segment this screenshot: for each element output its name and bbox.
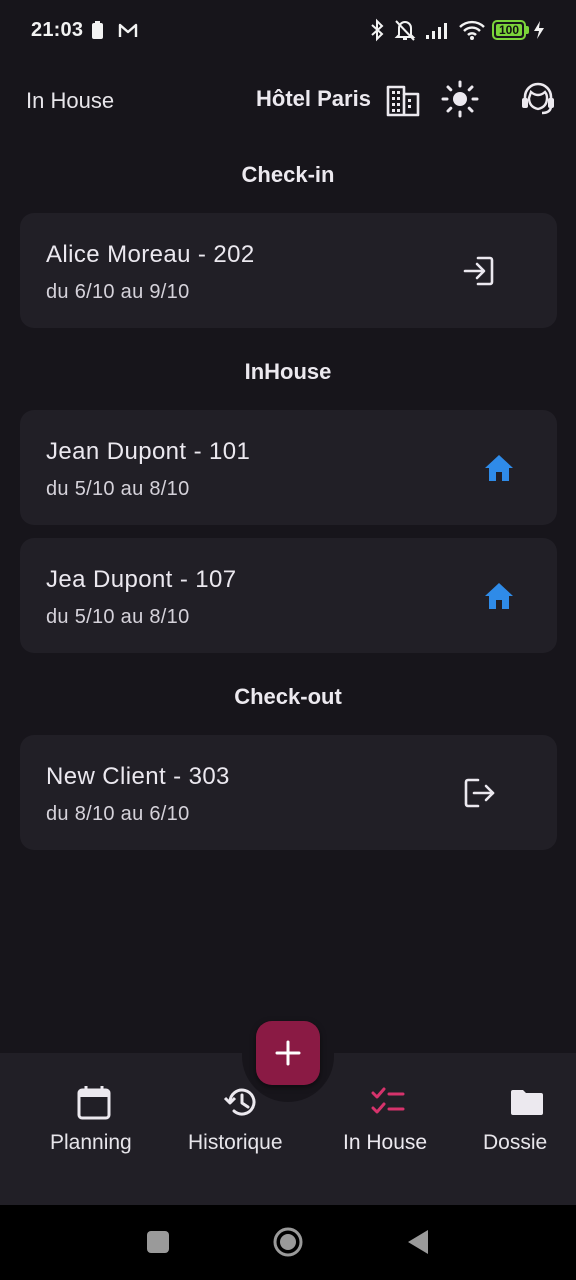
stay-dates: du 6/10 au 9/10 bbox=[46, 281, 190, 303]
nav-item-dossier[interactable]: Dossie bbox=[478, 1053, 576, 1205]
battery-level: 100 bbox=[496, 23, 522, 37]
charging-icon bbox=[534, 21, 544, 39]
reservation-card[interactable]: New Client - 303 du 8/10 au 6/10 bbox=[20, 735, 557, 850]
bluetooth-icon bbox=[371, 18, 384, 42]
section-title-checkout: Check-out bbox=[234, 684, 342, 709]
gmail-icon bbox=[118, 23, 138, 37]
recents-icon[interactable] bbox=[147, 1231, 169, 1253]
bell-off-icon bbox=[394, 20, 416, 41]
hotel-name[interactable]: Hôtel Paris bbox=[256, 86, 371, 112]
guest-name: New Client - 303 bbox=[46, 763, 230, 790]
plus-icon bbox=[275, 1040, 301, 1066]
folder-icon bbox=[511, 1090, 543, 1115]
calendar-icon bbox=[77, 1086, 111, 1120]
battery-saver-icon bbox=[92, 21, 103, 39]
add-button[interactable] bbox=[256, 1021, 320, 1085]
support-icon[interactable] bbox=[519, 80, 557, 118]
nav-item-planning[interactable]: Planning bbox=[40, 1053, 150, 1205]
status-bar: 21:03 100 bbox=[0, 0, 576, 62]
home-circle-icon[interactable] bbox=[272, 1226, 304, 1258]
reservation-card[interactable]: Jea Dupont - 107 du 5/10 au 8/10 bbox=[20, 538, 557, 653]
section-title-inhouse: InHouse bbox=[244, 359, 332, 384]
logout-icon[interactable] bbox=[461, 775, 497, 811]
stay-dates: du 8/10 au 6/10 bbox=[46, 803, 190, 825]
nav-item-in-house[interactable]: In House bbox=[335, 1053, 445, 1205]
home-icon[interactable] bbox=[481, 450, 517, 486]
reservation-card[interactable]: Jean Dupont - 101 du 5/10 au 8/10 bbox=[20, 410, 557, 525]
sun-icon[interactable] bbox=[441, 80, 479, 118]
battery-icon: 100 bbox=[492, 20, 530, 40]
stay-dates: du 5/10 au 8/10 bbox=[46, 478, 190, 500]
signal-icon bbox=[426, 23, 447, 39]
guest-name: Jea Dupont - 107 bbox=[46, 566, 237, 593]
status-time: 21:03 bbox=[31, 19, 84, 41]
back-icon[interactable] bbox=[406, 1228, 430, 1256]
nav-label: Dossie bbox=[483, 1131, 548, 1154]
stay-dates: du 5/10 au 8/10 bbox=[46, 606, 190, 628]
page-title: In House bbox=[26, 88, 115, 113]
home-icon[interactable] bbox=[481, 578, 517, 614]
app-bar: In House Hôtel Paris bbox=[0, 62, 576, 138]
guest-name: Alice Moreau - 202 bbox=[46, 241, 255, 268]
checklist-icon bbox=[371, 1087, 405, 1114]
building-icon[interactable] bbox=[385, 82, 421, 118]
login-icon[interactable] bbox=[461, 253, 497, 289]
nav-label: Planning bbox=[50, 1131, 132, 1154]
nav-label: In House bbox=[343, 1131, 428, 1154]
nav-label: Historique bbox=[188, 1131, 283, 1154]
guest-name: Jean Dupont - 101 bbox=[46, 438, 251, 465]
reservation-card[interactable]: Alice Moreau - 202 du 6/10 au 9/10 bbox=[20, 213, 557, 328]
wifi-icon bbox=[459, 20, 485, 40]
system-nav bbox=[0, 1205, 576, 1280]
history-icon bbox=[223, 1088, 256, 1116]
section-title-checkin: Check-in bbox=[241, 162, 335, 187]
